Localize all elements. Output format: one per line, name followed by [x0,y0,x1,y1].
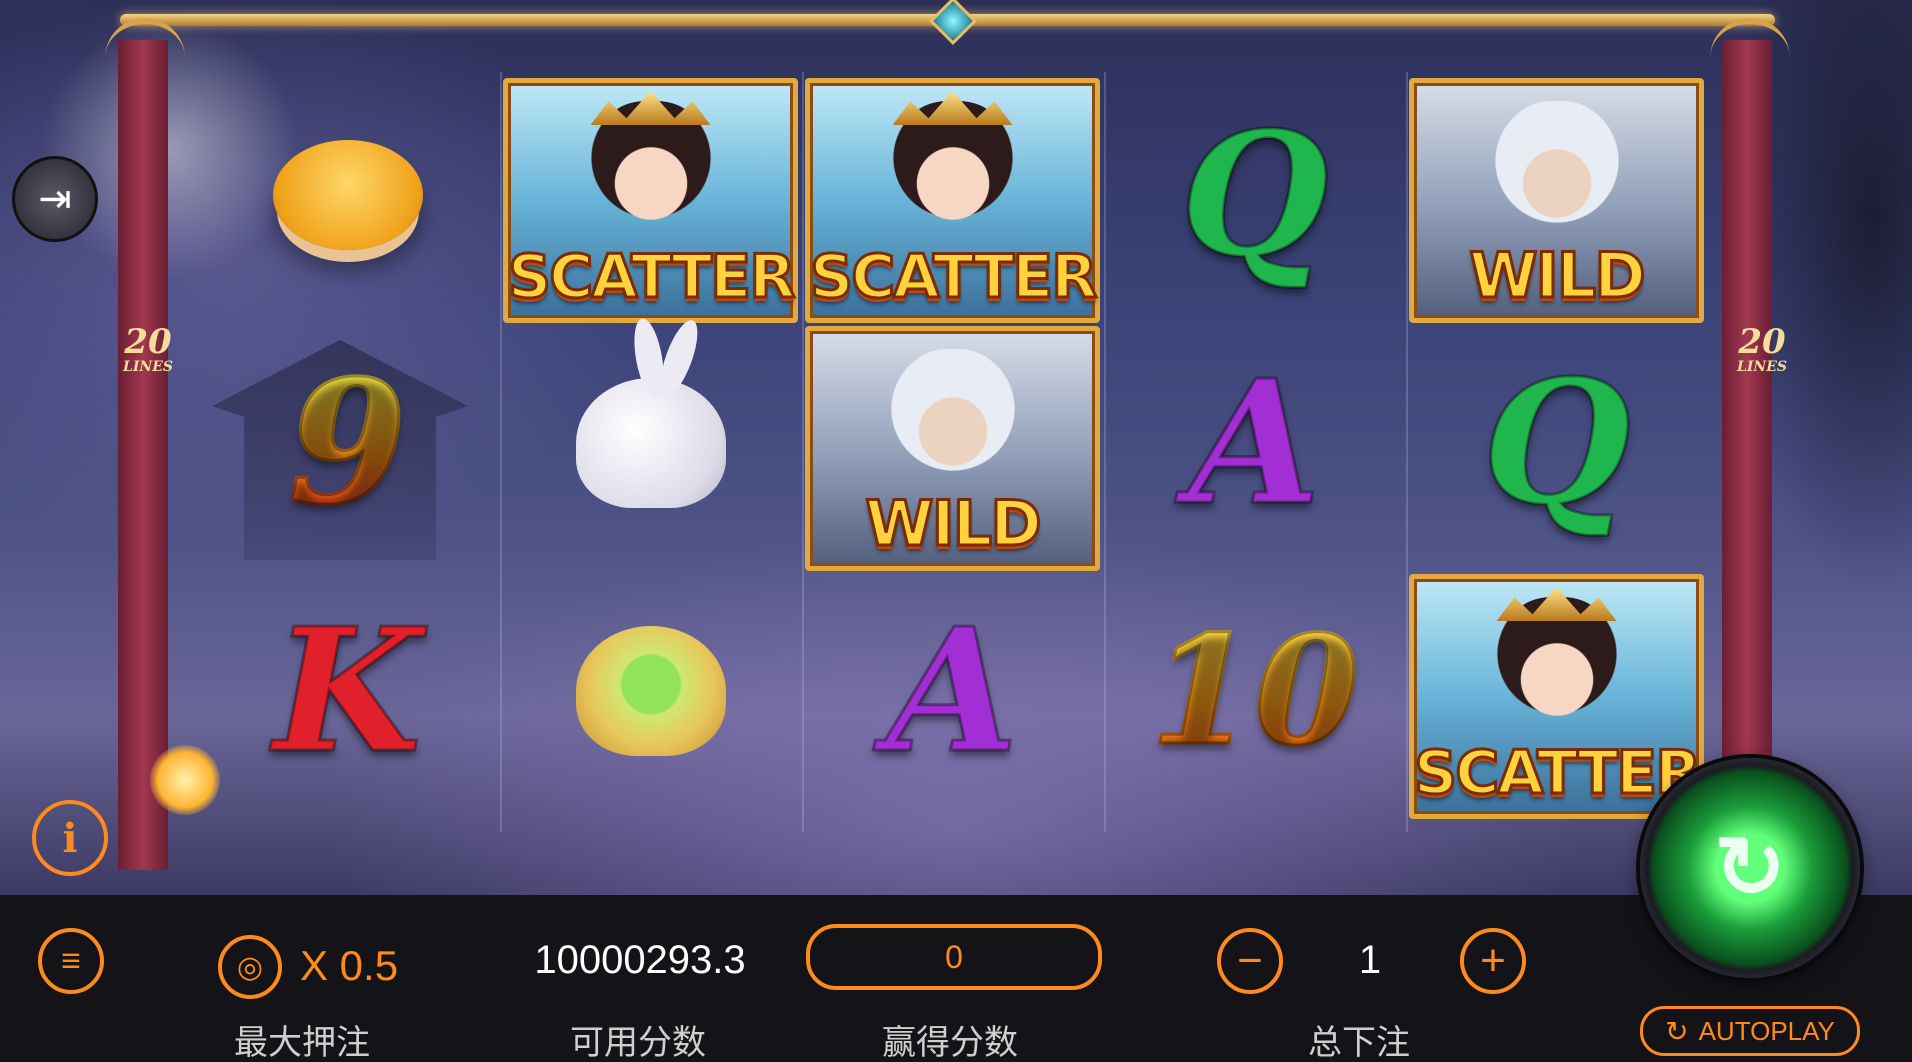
warrior-portrait-icon [887,349,1018,499]
total-bet-caption: 总下注 [1308,1024,1410,1062]
wild-label: WILD [864,486,1043,562]
spin-button[interactable]: ↻ [1640,758,1860,978]
lantern-decoration [150,745,220,815]
info-icon: i [62,814,78,862]
max-bet-caption: 最大押注 [234,1024,370,1062]
decrease-bet-button[interactable]: − [1217,928,1283,994]
reel-divider [500,72,502,832]
reel-divider [802,72,804,832]
game-scene: 20 LINES 20 LINES 9 K SCATTER SCATTER WI… [0,0,1912,895]
increase-bet-button[interactable]: + [1460,928,1526,994]
balance-caption: 可用分数 [570,1024,706,1062]
symbol-a-glyph: A [1187,342,1322,543]
symbol-scatter: SCATTER [1409,574,1704,819]
right-pillar [1722,40,1772,870]
exit-icon: ⇥ [38,177,72,221]
symbol-q-glyph: Q [1179,94,1330,295]
info-button[interactable]: i [32,800,108,876]
left-pillar [118,40,168,870]
symbol-q: Q [1107,72,1402,317]
warrior-portrait-icon [1491,101,1622,251]
crown-icon [892,91,1013,125]
paylines-suffix: LINES [123,359,173,375]
symbol-nine: 9 [200,320,495,565]
scatter-label: SCATTER [809,241,1099,314]
symbol-mooncake [200,72,495,317]
reel-divider [1406,72,1408,832]
scatter-label: SCATTER [1413,737,1703,810]
mooncake-icon [272,139,423,250]
paylines-indicator-left: 20 LINES [108,325,188,375]
coins-icon: ◎ [236,950,264,984]
balance-value: 10000293.3 [534,938,746,982]
crown-icon [1496,587,1617,621]
bet-value: 1 [1358,938,1382,982]
menu-button[interactable]: ≡ [38,928,104,994]
paylines-indicator-right: 20 LINES [1722,325,1802,375]
win-display: 0 [806,924,1102,990]
symbol-nine-glyph: 9 [287,342,408,543]
symbol-scatter: SCATTER [805,78,1100,323]
symbol-q: Q [1409,320,1704,565]
exit-button[interactable]: ⇥ [12,156,98,242]
symbol-k-glyph: K [272,590,423,791]
bet-multiplier: X 0.5 [300,942,399,989]
symbol-a: A [1107,320,1402,565]
symbol-ten: 10 [1107,568,1402,813]
minus-icon: − [1237,936,1263,985]
win-value: 0 [945,938,963,975]
symbol-wild: WILD [1409,78,1704,323]
max-bet-button[interactable]: ◎ [218,935,282,999]
symbol-scatter: SCATTER [503,78,798,323]
paylines-count: 20 [1738,322,1786,362]
symbol-wild: WILD [805,326,1100,571]
scatter-label: SCATTER [507,241,797,314]
spin-icon: ↻ [1713,820,1787,916]
reel-divider [1104,72,1106,832]
paylines-suffix: LINES [1737,359,1787,375]
symbol-rabbit [503,320,798,565]
lotus-icon [575,625,726,756]
symbol-ten-glyph: 10 [1149,602,1361,779]
autoplay-label: AUTOPLAY [1698,1015,1835,1046]
symbol-k: K [200,568,495,813]
paylines-count: 20 [124,322,172,362]
rabbit-icon [575,377,726,508]
symbol-lotus [503,568,798,813]
reel-grid: 9 K SCATTER SCATTER WILD A Q A 10 WILD Q… [200,72,1710,832]
crown-icon [590,91,711,125]
symbol-a: A [805,568,1100,813]
plus-icon: + [1480,936,1506,985]
symbol-q-glyph: Q [1481,342,1632,543]
wild-label: WILD [1468,238,1647,314]
frame-gem [928,0,978,46]
symbol-a-glyph: A [885,590,1020,791]
autoplay-button[interactable]: ↻ AUTOPLAY [1640,1006,1860,1056]
win-caption: 赢得分数 [882,1024,1018,1062]
refresh-icon: ↻ [1665,1015,1689,1047]
menu-icon: ≡ [61,941,81,980]
